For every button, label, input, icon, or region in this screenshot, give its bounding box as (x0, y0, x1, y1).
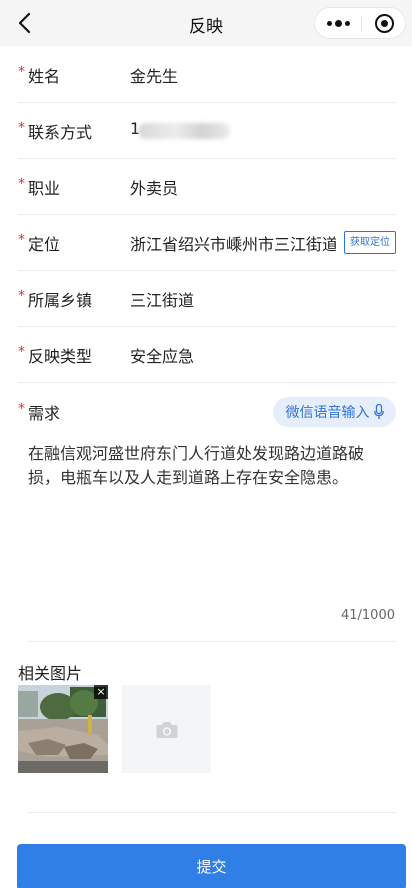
field-name-row[interactable]: * 姓名 金先生 (18, 47, 396, 103)
photos-label: 相关图片 (18, 664, 83, 683)
field-location-row[interactable]: * 定位 浙江省绍兴市嵊州市三江街道 获取定位 (18, 215, 396, 271)
voice-input-label: 微信语音输入 (285, 405, 370, 421)
field-contact-row[interactable]: * 联系方式 1 (18, 103, 396, 159)
required-mark: * (18, 64, 25, 80)
voice-input-button[interactable]: 微信语音输入 (273, 397, 396, 427)
required-mark: * (18, 120, 25, 136)
field-label: 姓名 (28, 67, 61, 86)
nav-bar: 反映 (0, 0, 412, 46)
camera-icon (156, 721, 177, 738)
need-label: 需求 (28, 404, 61, 423)
required-mark: * (18, 288, 25, 304)
type-select[interactable]: 安全应急 (130, 343, 194, 367)
location-input[interactable]: 浙江省绍兴市嵊州市三江街道 (130, 231, 336, 255)
field-label: 联系方式 (28, 123, 93, 142)
town-select[interactable]: 三江街道 (130, 287, 194, 311)
field-label: 职业 (28, 179, 61, 198)
field-town-row[interactable]: * 所属乡镇 三江街道 (18, 271, 396, 327)
required-mark: * (18, 344, 25, 360)
mic-icon (373, 404, 384, 419)
char-counter: 41/1000 (340, 608, 395, 623)
required-mark: * (18, 176, 25, 192)
field-type-row[interactable]: * 反映类型 安全应急 (18, 327, 396, 383)
field-label: 所属乡镇 (28, 291, 93, 310)
field-job-row[interactable]: * 职业 外卖员 (18, 159, 396, 215)
get-location-button[interactable]: 获取定位 (344, 231, 396, 254)
divider (28, 641, 396, 642)
divider (28, 812, 396, 813)
submit-button[interactable]: 提交 (17, 844, 406, 888)
uploaded-photo-thumbnail[interactable]: × (18, 685, 108, 773)
need-textarea[interactable]: 在融信观河盛世府东门人行道处发现路边道路破损，电瓶车以及人走到道路上存在安全隐患… (28, 442, 388, 490)
job-input[interactable]: 外卖员 (130, 175, 178, 199)
required-mark: * (18, 232, 25, 248)
more-dots-icon[interactable] (315, 8, 361, 38)
close-icon[interactable]: × (94, 685, 108, 699)
mini-program-capsule (314, 7, 406, 39)
field-label: 定位 (28, 235, 61, 254)
name-input[interactable]: 金先生 (130, 63, 178, 87)
field-label: 反映类型 (28, 347, 93, 366)
target-icon[interactable] (362, 8, 406, 38)
add-photo-button[interactable] (122, 685, 211, 773)
required-mark: * (18, 401, 25, 417)
redacted-phone-blur (138, 123, 230, 139)
